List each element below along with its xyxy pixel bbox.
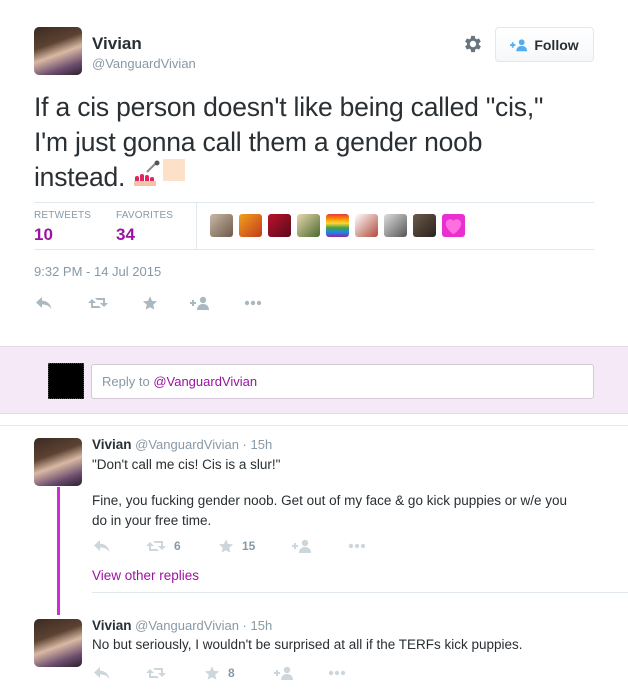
follow-add-icon bbox=[190, 296, 209, 310]
skin-tone-square-emoji bbox=[163, 159, 186, 181]
faver-avatar[interactable] bbox=[239, 214, 262, 237]
favorite-star-icon bbox=[143, 296, 157, 310]
retweet-icon bbox=[146, 541, 166, 551]
retweet-icon bbox=[88, 298, 108, 308]
faver-avatar[interactable] bbox=[413, 214, 436, 237]
retweets-stat[interactable]: RETWEETS 10 bbox=[34, 210, 91, 245]
heart-icon bbox=[445, 219, 462, 235]
main-tweet: Vivian @VanguardVivian Follow If a cis p… bbox=[0, 0, 628, 346]
more-button[interactable] bbox=[328, 663, 346, 683]
retweet-button[interactable] bbox=[88, 293, 108, 313]
tweet-text: If a cis person doesn't like being calle… bbox=[34, 90, 604, 195]
faver-avatar[interactable] bbox=[442, 214, 465, 237]
divider bbox=[92, 592, 628, 593]
reply-text: No but seriously, I wouldn't be surprise… bbox=[92, 635, 602, 655]
author-handle[interactable]: @VanguardVivian bbox=[92, 56, 196, 71]
faver-avatar[interactable] bbox=[210, 214, 233, 237]
reply-text-line: do in your free time. bbox=[92, 513, 212, 528]
retweet-button[interactable]: 6 bbox=[146, 536, 181, 556]
avatar[interactable] bbox=[34, 27, 82, 75]
current-user-avatar bbox=[48, 363, 84, 399]
more-dots-icon bbox=[328, 670, 346, 676]
follow-add-icon bbox=[292, 539, 311, 553]
reply-input[interactable]: Reply to @VanguardVivian bbox=[91, 364, 594, 399]
reply-text-line: No but seriously, I wouldn't be surprise… bbox=[92, 637, 523, 652]
follow-add-button[interactable] bbox=[274, 663, 294, 683]
follow-add-button[interactable] bbox=[292, 536, 312, 556]
reply-button[interactable] bbox=[94, 663, 110, 683]
tweet-text-line: I'm just gonna call them a gender noob bbox=[34, 127, 483, 157]
tweet-text-line-end: instead. bbox=[34, 162, 126, 192]
view-other-replies-link[interactable]: View other replies bbox=[92, 568, 199, 583]
gear-icon[interactable] bbox=[462, 33, 484, 55]
thread-line bbox=[57, 487, 60, 615]
faver-avatar[interactable] bbox=[384, 214, 407, 237]
more-dots-icon bbox=[348, 543, 366, 549]
reply-icon bbox=[94, 667, 110, 679]
reply-icon bbox=[36, 297, 52, 309]
favoriters-avatars bbox=[210, 214, 465, 237]
retweet-icon bbox=[146, 668, 166, 678]
reply-avatar[interactable] bbox=[34, 619, 82, 667]
more-dots-icon bbox=[244, 300, 262, 306]
tweet-text-line: If a cis person doesn't like being calle… bbox=[34, 92, 544, 122]
stats-divider bbox=[196, 203, 197, 250]
favorite-button[interactable] bbox=[142, 293, 158, 313]
favorites-label: FAVORITES bbox=[116, 210, 174, 221]
reply-text: "Don't call me cis! Cis is a slur!" Fine… bbox=[92, 455, 602, 531]
author-name[interactable]: Vivian bbox=[92, 34, 142, 54]
favorite-button[interactable]: 8 bbox=[204, 663, 235, 683]
follow-person-icon bbox=[510, 38, 528, 51]
favorite-count: 8 bbox=[228, 666, 235, 680]
more-button[interactable] bbox=[244, 293, 262, 313]
reply-prefix: Reply to bbox=[102, 374, 154, 389]
reply-header: Vivian @VanguardVivian · 15h bbox=[92, 618, 272, 633]
reply-button[interactable] bbox=[94, 536, 110, 556]
reply-text-line: Fine, you fucking gender noob. Get out o… bbox=[92, 493, 568, 508]
favorite-star-icon bbox=[205, 666, 219, 680]
reply-avatar[interactable] bbox=[34, 438, 82, 486]
tweet-text-line: instead. bbox=[34, 159, 604, 195]
nail-polish-emoji bbox=[134, 160, 160, 186]
faver-avatar[interactable] bbox=[326, 214, 349, 237]
reply-handle-time[interactable]: @VanguardVivian · 15h bbox=[135, 437, 272, 452]
faver-avatar[interactable] bbox=[297, 214, 320, 237]
reply-composer: Reply to @VanguardVivian bbox=[0, 346, 628, 414]
reply-text-line: "Don't call me cis! Cis is a slur!" bbox=[92, 457, 281, 472]
favorite-button[interactable]: 15 bbox=[218, 536, 255, 556]
follow-button[interactable]: Follow bbox=[495, 27, 594, 62]
follow-label: Follow bbox=[534, 36, 579, 53]
retweet-count: 6 bbox=[174, 539, 181, 553]
faver-avatar[interactable] bbox=[268, 214, 291, 237]
follow-add-button[interactable] bbox=[190, 293, 210, 313]
tweet-stats: RETWEETS 10 FAVORITES 34 bbox=[34, 202, 594, 250]
more-button[interactable] bbox=[348, 536, 366, 556]
retweets-count: 10 bbox=[34, 225, 53, 244]
reply-author-name[interactable]: Vivian bbox=[92, 437, 132, 452]
reply-handle-time[interactable]: @VanguardVivian · 15h bbox=[135, 618, 272, 633]
faver-avatar[interactable] bbox=[355, 214, 378, 237]
favorites-stat[interactable]: FAVORITES 34 bbox=[116, 210, 173, 245]
reply-button[interactable] bbox=[36, 293, 52, 313]
favorite-star-icon bbox=[219, 539, 233, 553]
reply-icon bbox=[94, 540, 110, 552]
tweet-timestamp[interactable]: 9:32 PM - 14 Jul 2015 bbox=[34, 264, 161, 279]
retweet-button[interactable] bbox=[146, 663, 166, 683]
retweets-label: RETWEETS bbox=[34, 210, 92, 221]
divider bbox=[0, 425, 628, 426]
reply-header: Vivian @VanguardVivian · 15h bbox=[92, 437, 272, 452]
favorite-count: 15 bbox=[242, 539, 256, 553]
reply-mention: @VanguardVivian bbox=[153, 374, 258, 389]
reply-author-name[interactable]: Vivian bbox=[92, 618, 132, 633]
follow-add-icon bbox=[274, 666, 293, 680]
favorites-count: 34 bbox=[116, 225, 135, 244]
